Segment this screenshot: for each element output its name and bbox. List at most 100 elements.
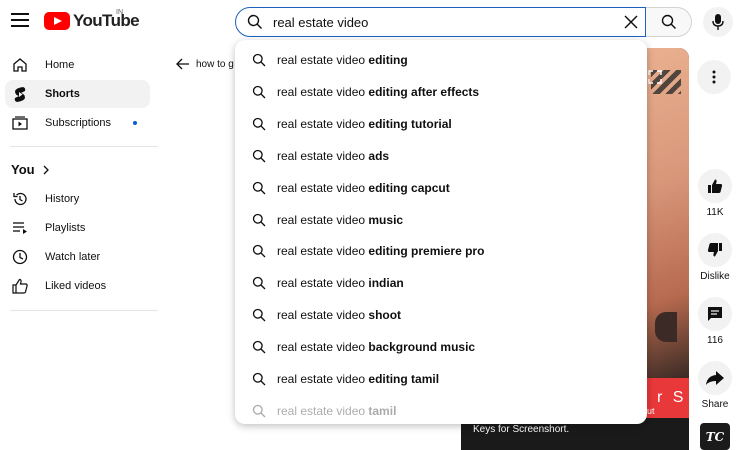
fullscreen-icon[interactable]	[648, 70, 662, 84]
comments-button[interactable]	[698, 297, 732, 331]
search-suggestion[interactable]: real estate video indian	[235, 269, 647, 297]
suggestion-completion: shoot	[368, 308, 402, 323]
suggestion-completion: tamil	[368, 403, 397, 418]
search-suggestion[interactable]: real estate video tamil	[235, 397, 647, 424]
suggestion-query-prefix: real estate video	[277, 116, 369, 131]
search-icon	[252, 181, 266, 195]
sidebar-divider	[10, 310, 158, 311]
share-icon	[706, 371, 724, 385]
search-input[interactable]	[273, 14, 613, 30]
suggestion-text: real estate video editing after effects	[277, 85, 479, 99]
guide-menu-button[interactable]	[8, 8, 32, 32]
search-icon	[252, 213, 266, 226]
suggestion-text: real estate video editing tutorial	[277, 117, 452, 131]
suggestion-completion: indian	[368, 276, 404, 291]
sidebar-item-label: Watch later	[45, 251, 101, 263]
suggestion-query-prefix: real estate video	[277, 148, 369, 163]
logo-text: YouTube	[73, 11, 140, 30]
playlists-icon	[11, 219, 29, 237]
search-icon	[252, 404, 266, 418]
sidebar-item-home[interactable]: Home	[5, 51, 150, 79]
you-heading-label: You	[11, 162, 35, 177]
search-icon	[252, 53, 266, 67]
video-overlay-subtext: ut	[647, 406, 655, 416]
like-count: 11K	[706, 207, 724, 218]
search-icon	[252, 340, 266, 354]
search-suggestion[interactable]: real estate video editing tutorial	[235, 110, 647, 138]
sidebar-item-label: Playlists	[45, 222, 86, 234]
search-suggestions-dropdown: real estate video editing real estate vid…	[235, 40, 647, 424]
new-content-dot	[133, 121, 137, 125]
dislike-button[interactable]	[698, 233, 732, 267]
search-suggestion[interactable]: real estate video ads	[235, 142, 647, 170]
suggestion-query-prefix: real estate video	[277, 276, 369, 291]
more-vertical-icon	[712, 70, 716, 84]
search-icon	[247, 14, 262, 29]
suggestion-completion: music	[368, 212, 404, 227]
search-suggestion[interactable]: real estate video background music	[235, 333, 647, 361]
hamburger-icon	[11, 13, 29, 27]
suggestion-completion: background music	[368, 340, 476, 355]
sidebar-item-history[interactable]: History	[5, 185, 150, 213]
suggestion-text: real estate video indian	[277, 276, 404, 290]
youtube-logo[interactable]: YouTube	[44, 11, 140, 31]
search-suggestion[interactable]: real estate video editing	[235, 46, 647, 74]
search-suggestion[interactable]: real estate video music	[235, 206, 647, 234]
video-caption: Keys for Screenshort.	[473, 424, 570, 435]
home-icon	[11, 56, 29, 74]
suggestion-completion: editing after effects	[368, 84, 480, 99]
suggestion-text: real estate video music	[277, 213, 403, 227]
search-icon	[252, 277, 266, 290]
suggestion-query-prefix: real estate video	[277, 340, 369, 355]
suggestion-query-prefix: real estate video	[277, 372, 369, 386]
search-icon	[252, 149, 266, 163]
video-frame-detail	[655, 312, 677, 342]
sidebar-item-liked-videos[interactable]: Liked videos	[5, 272, 150, 300]
guide-sidebar: Home Shorts Subscriptions You History Pl…	[0, 48, 160, 450]
comment-icon	[708, 307, 722, 321]
more-actions-button[interactable]	[697, 60, 731, 94]
share-label: Share	[701, 399, 729, 410]
share-action: Share	[697, 361, 733, 410]
video-overlay-text: r S	[657, 389, 687, 406]
search-suggestion[interactable]: real estate video shoot	[235, 301, 647, 329]
arrow-left-icon	[176, 58, 189, 70]
dislike-action: Dislike	[697, 233, 733, 282]
dislike-label: Dislike	[700, 271, 730, 282]
suggestion-completion: editing capcut	[368, 180, 450, 195]
sidebar-divider	[10, 146, 158, 147]
chevron-right-icon	[43, 165, 49, 174]
suggestion-completion: editing tutorial	[368, 116, 452, 131]
sidebar-item-subscriptions[interactable]: Subscriptions	[5, 109, 150, 137]
sidebar-item-playlists[interactable]: Playlists	[5, 214, 150, 242]
clear-search-button[interactable]	[622, 13, 640, 31]
suggestion-query-prefix: real estate video	[277, 308, 369, 323]
suggestion-query-prefix: real estate video	[277, 403, 369, 418]
comments-count: 116	[707, 335, 723, 346]
search-suggestion[interactable]: real estate video editing capcut	[235, 174, 647, 202]
suggestion-query-prefix: real estate video	[277, 244, 369, 259]
shorts-icon	[11, 85, 29, 103]
suggestion-completion: editing premiere pro	[368, 244, 485, 259]
suggestion-completion: ads	[368, 148, 390, 163]
sidebar-item-watch-later[interactable]: Watch later	[5, 243, 150, 271]
search-button[interactable]	[646, 7, 692, 37]
suggestion-query-prefix: real estate video	[277, 212, 369, 227]
suggestion-text: real estate video editing tamil	[277, 372, 439, 386]
search-suggestion[interactable]: real estate video editing tamil	[235, 365, 647, 393]
share-button[interactable]	[698, 361, 732, 395]
search-suggestion[interactable]: real estate video editing after effects	[235, 78, 647, 106]
you-section-heading[interactable]: You	[11, 162, 51, 177]
history-icon	[11, 190, 29, 208]
voice-search-button[interactable]	[703, 7, 733, 37]
liked-videos-icon	[11, 277, 29, 295]
suggestion-text: real estate video ads	[277, 149, 389, 163]
channel-avatar[interactable]: TC	[700, 423, 730, 450]
search-box[interactable]	[235, 7, 646, 37]
sidebar-item-shorts[interactable]: Shorts	[5, 80, 150, 108]
search-suggestion[interactable]: real estate video editing premiere pro	[235, 237, 647, 265]
suggestion-text: real estate video editing premiere pro	[277, 244, 484, 258]
suggestion-text: real estate video tamil	[277, 404, 396, 418]
suggestion-text: real estate video shoot	[277, 308, 401, 322]
like-button[interactable]	[698, 169, 732, 203]
